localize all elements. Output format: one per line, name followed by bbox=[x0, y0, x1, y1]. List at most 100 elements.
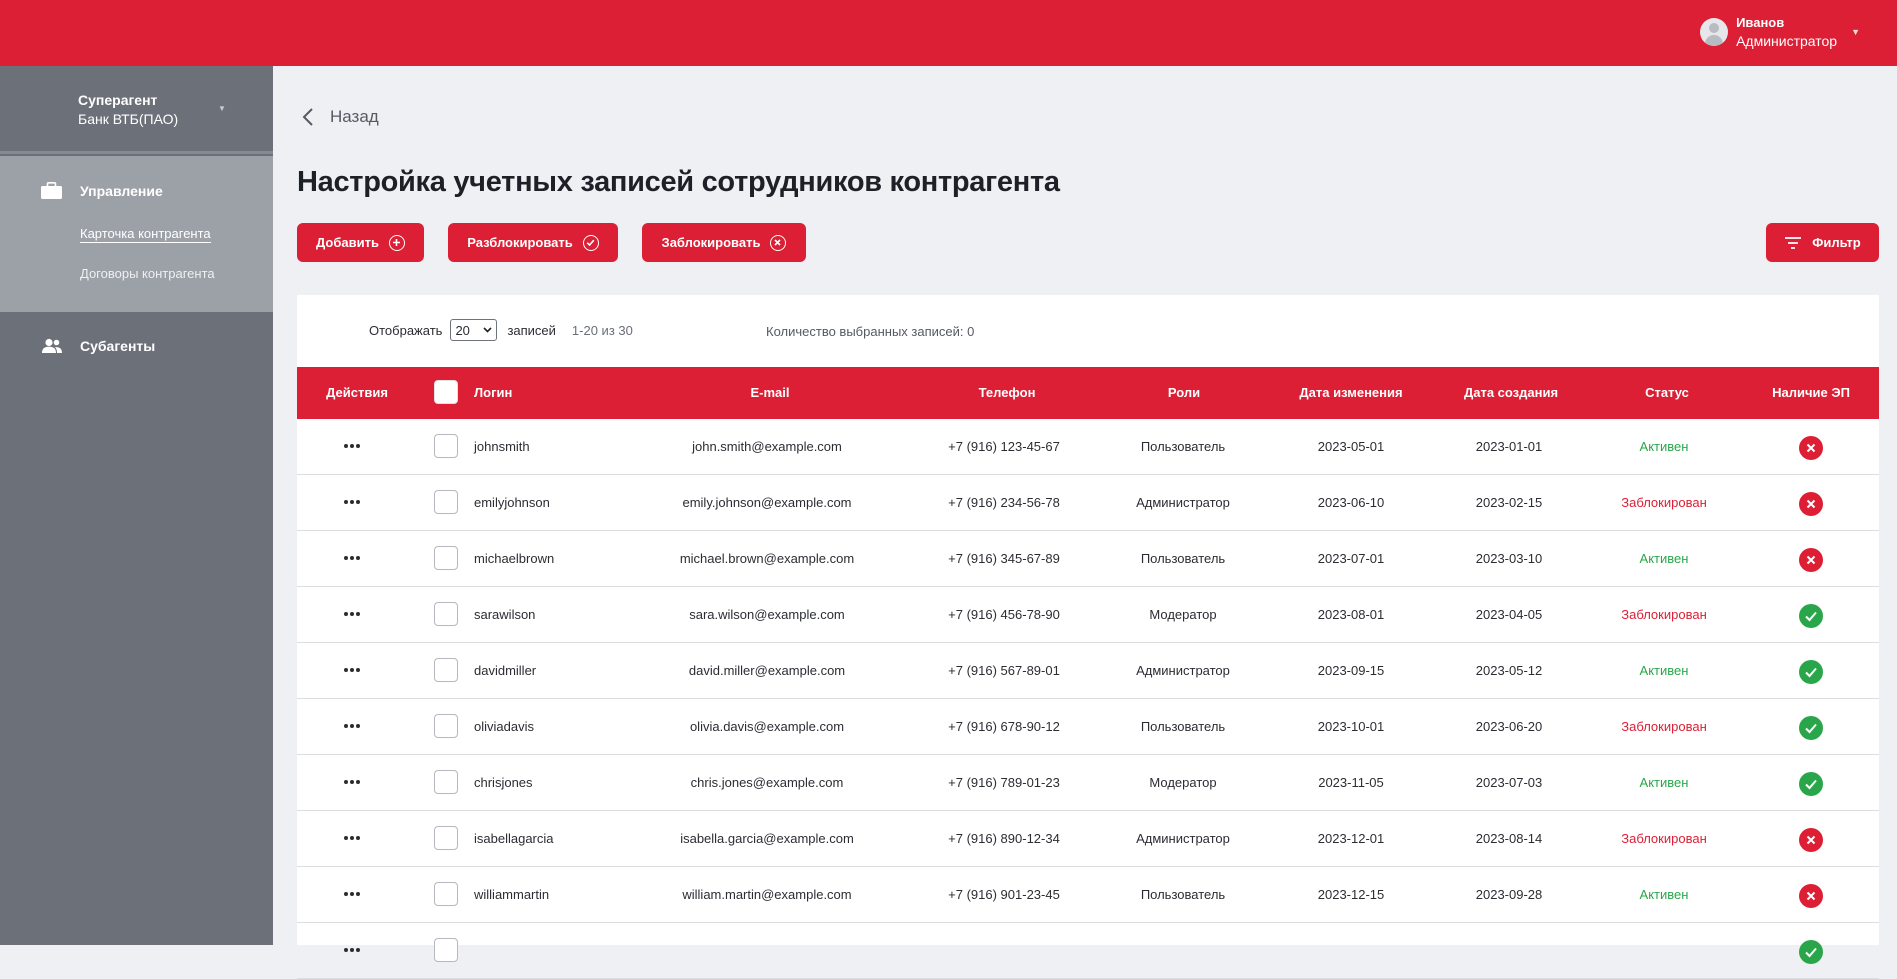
cell-phone: +7 (916) 678-90-12 bbox=[948, 719, 1060, 734]
cell-status: Активен bbox=[1639, 775, 1689, 790]
row-checkbox[interactable] bbox=[434, 490, 458, 514]
column-roles[interactable]: Роли bbox=[1168, 367, 1200, 419]
sidebar-item-management[interactable]: Управление bbox=[80, 183, 163, 199]
select-all-checkbox[interactable] bbox=[434, 380, 458, 404]
users-icon bbox=[42, 338, 62, 353]
signature-absent-icon bbox=[1799, 828, 1823, 852]
cell-email: isabella.garcia@example.com bbox=[680, 831, 854, 846]
cell-created: 2023-06-20 bbox=[1475, 719, 1543, 734]
cell-modified: 2023-12-01 bbox=[1317, 831, 1385, 846]
more-actions-icon[interactable] bbox=[344, 612, 360, 616]
cell-phone: +7 (916) 901-23-45 bbox=[948, 887, 1060, 902]
block-button[interactable]: Заблокировать bbox=[642, 223, 806, 262]
row-checkbox[interactable] bbox=[434, 714, 458, 738]
cell-phone: +7 (916) 456-78-90 bbox=[948, 607, 1060, 622]
cell-role: Пользователь bbox=[1140, 887, 1226, 902]
more-actions-icon[interactable] bbox=[344, 500, 360, 504]
cell-email: chris.jones@example.com bbox=[690, 775, 844, 790]
table-row[interactable] bbox=[297, 923, 1879, 979]
user-menu[interactable]: Иванов Администратор ▼ bbox=[1700, 14, 1860, 50]
unblock-button[interactable]: Разблокировать bbox=[448, 223, 618, 262]
table-row[interactable]: davidmiller david.miller@example.com +7 (9… bbox=[297, 643, 1879, 699]
column-phone[interactable]: Телефон bbox=[979, 367, 1036, 419]
cell-modified: 2023-09-15 bbox=[1317, 663, 1385, 678]
cell-created: 2023-07-03 bbox=[1475, 775, 1543, 790]
page-size-select[interactable]: 20 bbox=[450, 319, 498, 341]
more-actions-icon[interactable] bbox=[344, 668, 360, 672]
selected-count: Количество выбранных записей: 0 bbox=[766, 324, 975, 339]
cell-modified: 2023-07-01 bbox=[1317, 551, 1385, 566]
add-button-label: Добавить bbox=[316, 235, 379, 250]
table-header: Действия Логин E-mail Телефон Роли Дата … bbox=[297, 367, 1879, 419]
more-actions-icon[interactable] bbox=[344, 780, 360, 784]
table-row[interactable]: sarawilson sara.wilson@example.com +7 (916… bbox=[297, 587, 1879, 643]
sidebar-item-counterparty-contracts[interactable]: Договоры контрагента bbox=[80, 266, 215, 281]
cell-role: Администратор bbox=[1136, 663, 1230, 678]
chevron-down-icon[interactable]: ▼ bbox=[1851, 27, 1860, 37]
table-row[interactable]: emilyjohnson emily.johnson@example.com +7 … bbox=[297, 475, 1879, 531]
chevron-down-icon[interactable]: ▼ bbox=[218, 104, 226, 113]
table-row[interactable]: isabellagarcia isabella.garcia@example.co… bbox=[297, 811, 1879, 867]
column-login[interactable]: Логин bbox=[474, 367, 512, 419]
signature-present-icon bbox=[1799, 940, 1823, 964]
row-checkbox[interactable] bbox=[434, 826, 458, 850]
sidebar-item-counterparty-card[interactable]: Карточка контрагента bbox=[80, 226, 211, 243]
more-actions-icon[interactable] bbox=[344, 948, 360, 952]
cell-login: chrisjones bbox=[474, 775, 533, 790]
page-title: Настройка учетных записей сотрудников ко… bbox=[297, 166, 1060, 198]
column-signature[interactable]: Наличие ЭП bbox=[1772, 367, 1850, 419]
page-size-value: 20 bbox=[455, 322, 470, 338]
table-row[interactable]: chrisjones chris.jones@example.com +7 (916… bbox=[297, 755, 1879, 811]
cell-email: william.martin@example.com bbox=[682, 887, 852, 902]
cell-status: Заблокирован bbox=[1621, 607, 1707, 622]
more-actions-icon[interactable] bbox=[344, 444, 360, 448]
agent-selector[interactable]: Суперагент Банк ВТБ(ПАО) ▼ bbox=[0, 66, 273, 154]
signature-present-icon bbox=[1799, 772, 1823, 796]
cell-status: Заблокирован bbox=[1621, 719, 1707, 734]
more-actions-icon[interactable] bbox=[344, 892, 360, 896]
signature-present-icon bbox=[1799, 660, 1823, 684]
cell-status: Активен bbox=[1639, 663, 1689, 678]
cell-status: Активен bbox=[1639, 551, 1689, 566]
cell-login: davidmiller bbox=[474, 663, 537, 678]
more-actions-icon[interactable] bbox=[344, 724, 360, 728]
more-actions-icon[interactable] bbox=[344, 836, 360, 840]
back-link[interactable]: Назад bbox=[300, 107, 379, 127]
back-label: Назад bbox=[330, 107, 379, 126]
cell-created: 2023-01-01 bbox=[1475, 439, 1543, 454]
column-status[interactable]: Статус bbox=[1645, 367, 1689, 419]
cell-role: Администратор bbox=[1136, 495, 1230, 510]
sidebar-item-subagents[interactable]: Субагенты bbox=[80, 338, 155, 354]
cell-email: sara.wilson@example.com bbox=[689, 607, 845, 622]
row-checkbox[interactable] bbox=[434, 882, 458, 906]
signature-absent-icon bbox=[1799, 492, 1823, 516]
column-created[interactable]: Дата создания bbox=[1464, 367, 1558, 419]
row-checkbox[interactable] bbox=[434, 602, 458, 626]
row-checkbox[interactable] bbox=[434, 658, 458, 682]
add-button[interactable]: Добавить bbox=[297, 223, 424, 262]
row-checkbox[interactable] bbox=[434, 546, 458, 570]
page-size-label: Отображать bbox=[369, 322, 443, 338]
cell-phone: +7 (916) 890-12-34 bbox=[948, 831, 1060, 846]
cell-created: 2023-09-28 bbox=[1475, 887, 1543, 902]
row-checkbox[interactable] bbox=[434, 770, 458, 794]
table-row[interactable]: michaelbrown michael.brown@example.com +7 … bbox=[297, 531, 1879, 587]
sidebar: Суперагент Банк ВТБ(ПАО) ▼ Управление Ка… bbox=[0, 66, 273, 945]
cell-modified: 2023-11-05 bbox=[1318, 775, 1384, 790]
table-row[interactable]: williammartin william.martin@example.com +… bbox=[297, 867, 1879, 923]
row-checkbox[interactable] bbox=[434, 938, 458, 962]
row-checkbox[interactable] bbox=[434, 434, 458, 458]
cell-modified: 2023-10-01 bbox=[1317, 719, 1385, 734]
column-modified[interactable]: Дата изменения bbox=[1299, 367, 1402, 419]
filter-button[interactable]: Фильтр bbox=[1766, 223, 1879, 262]
top-bar: Иванов Администратор ▼ bbox=[0, 0, 1897, 66]
table-row[interactable]: johnsmith john.smith@example.com +7 (916) … bbox=[297, 419, 1879, 475]
cell-status: Активен bbox=[1639, 887, 1689, 902]
table-row[interactable]: oliviadavis olivia.davis@example.com +7 (9… bbox=[297, 699, 1879, 755]
signature-absent-icon bbox=[1799, 436, 1823, 460]
column-email[interactable]: E-mail bbox=[750, 367, 789, 419]
more-actions-icon[interactable] bbox=[344, 556, 360, 560]
cell-email: michael.brown@example.com bbox=[679, 551, 855, 566]
cell-role: Модератор bbox=[1149, 775, 1217, 790]
chevron-down-icon bbox=[483, 327, 493, 333]
